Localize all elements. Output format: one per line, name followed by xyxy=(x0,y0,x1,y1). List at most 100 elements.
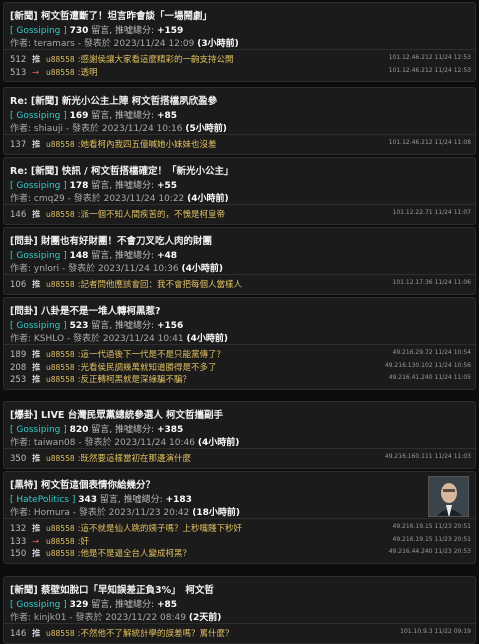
board-tag[interactable]: [ Gossiping ] xyxy=(10,600,67,610)
post-card[interactable]: Re: [新聞] 快訊 / 柯文哲搭檔確定！「新光小公主」[ Gossiping… xyxy=(3,157,476,225)
board-tag[interactable]: [ Gossiping ] xyxy=(10,321,67,331)
author-line: 作者: kinjk01 - 發表於 2023/11/22 08:49 (2天前) xyxy=(10,610,221,623)
comment-label: 留言, xyxy=(91,600,113,610)
time-ago: (4小時前) xyxy=(186,334,228,344)
score-label: 推噓總分: xyxy=(115,26,155,36)
push-verb: 推 xyxy=(32,210,41,220)
board-tag[interactable]: [ Gossiping ] xyxy=(10,251,67,261)
divider xyxy=(4,623,475,624)
push-comment: 137 推 u88558:她看柯內我四五億喊她小妹妹也沒差 101.12.46.212… xyxy=(10,138,471,150)
comment-count: 820 xyxy=(69,425,89,435)
push-text: :這一代過後下一代是不是只能黨傳了？ xyxy=(77,350,225,360)
post-card[interactable]: [黑特] 柯文哲這個表情你給幾分？[ HatePolitics ] 343 留言… xyxy=(3,471,476,564)
board-tag[interactable]: [ Gossiping ] xyxy=(10,425,67,435)
post-title[interactable]: [黑特] 柯文哲這個表情你給幾分？ xyxy=(10,477,410,491)
board-tag[interactable]: [ Gossiping ] xyxy=(10,26,67,36)
author-info: 作者: KSHLO - 發表於 2023/11/24 10:41 xyxy=(10,334,184,344)
push-ip-time: 101.10.9.3 11/22 09:19 xyxy=(400,628,471,635)
post-title[interactable]: [爆卦] LIVE 台灣民眾黨總統參選人 柯文哲攜副手 xyxy=(10,407,410,421)
push-comment: 146 推 u88558:派一個不知人間疾苦的，不愧是柯皇帝 101.12.22.71… xyxy=(10,208,471,220)
post-thumbnail[interactable] xyxy=(428,476,469,517)
push-user[interactable]: u88558 xyxy=(46,68,75,77)
push-comment: 133 → u88558:奸 49.216.19.15 11/23 20:51 xyxy=(10,535,471,547)
push-number: 350 xyxy=(10,454,27,464)
post-card[interactable]: [新聞] 蔡壁如脫口「早知誤差正負3%」 柯文哲[ Gossiping ] 32… xyxy=(3,576,476,644)
push-user[interactable]: u88558 xyxy=(46,363,75,372)
author-info: 作者: ynlori - 發表於 2023/11/24 10:36 xyxy=(10,264,179,274)
post-card[interactable]: [爆卦] LIVE 台灣民眾黨總統參選人 柯文哲攜副手 [ Gossiping ]… xyxy=(3,401,476,469)
push-number: 513 xyxy=(10,67,27,78)
push-user[interactable]: u88558 xyxy=(46,210,75,219)
push-number: 106 xyxy=(10,280,27,290)
board-tag[interactable]: [ HatePolitics ] xyxy=(10,495,75,505)
post-feed: [新聞] 柯文哲遭斷了！坦言昨會談「一場鬧劇」 [ Gossiping ] 730… xyxy=(0,0,479,644)
comment-label: 留言, xyxy=(99,495,121,505)
push-number: 132 xyxy=(10,524,27,534)
push-verb: 推 xyxy=(32,549,41,559)
push-verb: 推 xyxy=(32,524,41,534)
comment-count: 730 xyxy=(69,26,89,36)
push-user[interactable]: u88558 xyxy=(46,537,75,546)
post-card[interactable]: [問卦] 八卦是不是一堆人轉柯黑惹?[ Gossiping ] 523 留言, … xyxy=(3,297,476,390)
push-user[interactable]: u88558 xyxy=(46,629,75,638)
comment-label: 留言, xyxy=(91,111,113,121)
post-title[interactable]: [新聞] 柯文哲遭斷了！坦言昨會談「一場鬧劇」 xyxy=(10,8,410,22)
push-text: :感謝侯讓大家看這麼精彩的一齣支持公開 xyxy=(77,55,234,65)
post-card[interactable]: Re: [新聞] 新光小公主上陣 柯文哲搭檔夙欣盈參[ Gossiping ] … xyxy=(3,87,476,155)
post-title[interactable]: [新聞] 蔡壁如脫口「早知誤差正負3%」 柯文哲 xyxy=(10,582,410,596)
board-tag[interactable]: [ Gossiping ] xyxy=(10,181,67,191)
push-ip-time: 49.216.160.111 11/24 11:03 xyxy=(384,453,471,460)
author-line: 作者: teramars - 發表於 2023/11/24 12:09 (3小時… xyxy=(10,36,239,49)
push-text: :派一個不知人間疾苦的，不愧是柯皇帝 xyxy=(77,210,225,220)
push-number: 137 xyxy=(10,140,27,150)
push-user[interactable]: u88558 xyxy=(46,549,75,558)
push-text: :光看侯民調幾萬就知道勝得是不多了 xyxy=(77,362,217,373)
push-score: +385 xyxy=(156,425,184,435)
push-user[interactable]: u88558 xyxy=(46,524,75,533)
push-text: :這不就是仙人跳的姨子嗎？上秒嘴賤下秒奸 xyxy=(77,524,242,534)
push-verb: 推 xyxy=(32,280,41,290)
push-verb: 推 xyxy=(32,350,41,360)
author-info: 作者: shiauji - 發表於 2023/11/24 10:16 xyxy=(10,124,183,134)
push-ip-time: 49.216.19.15 11/23 20:51 xyxy=(392,523,471,530)
post-card[interactable]: [問卦] 財團也有好財團！不會刀叉吃人肉的財團[ Gossiping ] 148… xyxy=(3,227,476,295)
time-ago: (2天前) xyxy=(188,613,222,623)
author-info: 作者: Homura - 發表於 2023/11/23 20:42 xyxy=(10,508,190,518)
post-meta: [ Gossiping ] 169 留言, 推噓總分: +85 xyxy=(10,108,177,121)
comment-count: 169 xyxy=(69,111,89,121)
push-text: :他是不是逼全台人變成柯黑？ xyxy=(77,549,191,559)
post-title[interactable]: [問卦] 財團也有好財團！不會刀叉吃人肉的財團 xyxy=(10,233,410,247)
author-line: 作者: Homura - 發表於 2023/11/23 20:42 (18小時前… xyxy=(10,505,240,518)
push-user[interactable]: u88558 xyxy=(46,375,75,384)
push-verb: 推 xyxy=(32,55,41,65)
comment-label: 留言, xyxy=(91,321,113,331)
push-number: 133 xyxy=(10,536,27,547)
push-ip-time: 49.216.19.15 11/23 20:51 xyxy=(392,535,471,543)
push-score: +183 xyxy=(165,495,192,505)
push-user[interactable]: u88558 xyxy=(46,140,75,149)
score-label: 推噓總分: xyxy=(115,425,155,435)
push-user[interactable]: u88558 xyxy=(46,55,75,64)
push-user[interactable]: u88558 xyxy=(46,280,75,289)
push-user[interactable]: u88558 xyxy=(46,454,75,463)
author-info: 作者: kinjk01 - 發表於 2023/11/22 08:49 xyxy=(10,613,186,623)
post-title[interactable]: Re: [新聞] 快訊 / 柯文哲搭檔確定！「新光小公主」 xyxy=(10,163,410,177)
push-comment: 253 推 u88558:反正轉柯黑就是深綠騙不騙？ 49.216.41.240 11… xyxy=(10,373,471,385)
post-title[interactable]: [問卦] 八卦是不是一堆人轉柯黑惹? xyxy=(10,303,410,317)
push-ip-time: 49.216.44.240 11/23 20:53 xyxy=(388,548,471,555)
post-meta: [ Gossiping ] 523 留言, 推噓總分: +156 xyxy=(10,318,183,331)
board-tag[interactable]: [ Gossiping ] xyxy=(10,111,67,121)
push-comment: 146 推 u88558:不然他不了解統計學的誤差嗎？罵什麼？ 101.10.9.3 … xyxy=(10,627,471,639)
post-meta: [ Gossiping ] 178 留言, 推噓總分: +55 xyxy=(10,178,177,191)
push-text: :透明 xyxy=(77,67,98,78)
post-card[interactable]: [新聞] 柯文哲遭斷了！坦言昨會談「一場鬧劇」 [ Gossiping ] 730… xyxy=(3,2,476,82)
score-label: 推噓總分: xyxy=(115,251,155,261)
author-info: 作者: cmq29 - 發表於 2023/11/24 10:22 xyxy=(10,194,185,204)
author-info: 作者: teramars - 發表於 2023/11/24 12:09 xyxy=(10,39,195,49)
push-score: +55 xyxy=(156,181,178,191)
push-ip-time: 49.216.41.240 11/24 11:05 xyxy=(388,374,471,381)
push-user[interactable]: u88558 xyxy=(46,350,75,359)
push-score: +159 xyxy=(156,26,184,36)
push-verb: 推 xyxy=(32,140,41,150)
post-title[interactable]: Re: [新聞] 新光小公主上陣 柯文哲搭檔夙欣盈參 xyxy=(10,93,410,107)
